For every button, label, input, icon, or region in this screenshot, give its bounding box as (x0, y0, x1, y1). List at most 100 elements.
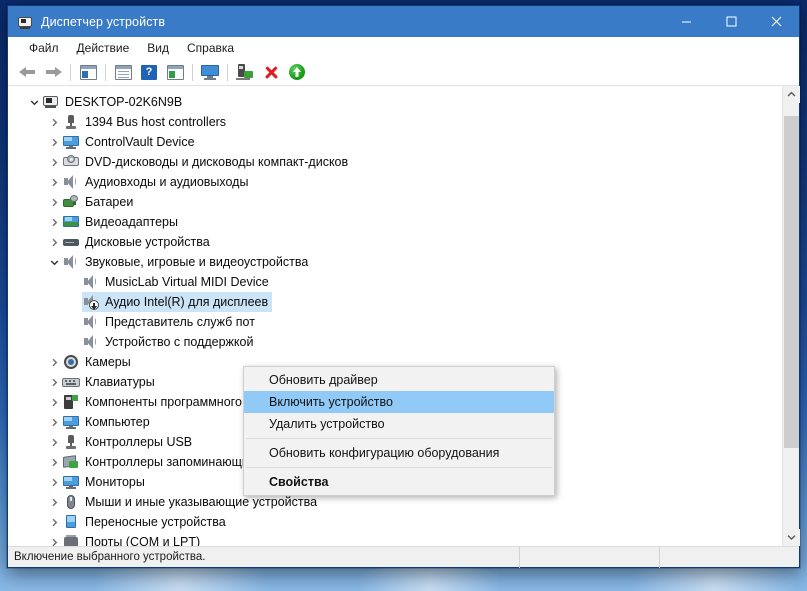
speaker-icon (62, 254, 80, 270)
status-bar: Включение выбранного устройства. (8, 546, 799, 568)
device-tree-item[interactable]: Устройство с поддержкой (8, 332, 782, 352)
help-button[interactable]: ? (136, 60, 162, 84)
menu-view[interactable]: Вид (138, 38, 178, 58)
chevron-right-icon[interactable] (46, 392, 62, 412)
uninstall-device-button[interactable] (258, 60, 284, 84)
monitor-icon (62, 474, 80, 490)
chevron-right-icon[interactable] (46, 452, 62, 472)
usb-icon (62, 114, 80, 130)
device-manager-window: Диспетчер устройств Файл Действие Вид Сп… (7, 5, 800, 568)
device-tree-item[interactable]: MusicLab Virtual MIDI Device (8, 272, 782, 292)
device-tree-item[interactable]: Дисковые устройства (8, 232, 782, 252)
vertical-scrollbar[interactable] (782, 86, 800, 546)
chevron-right-icon[interactable] (46, 132, 62, 152)
menu-file[interactable]: Файл (20, 38, 68, 58)
scrollbar-thumb[interactable] (784, 115, 799, 449)
port-icon (62, 534, 80, 546)
device-tree-item[interactable]: Представитель служб пот (8, 312, 782, 332)
chevron-right-icon[interactable] (46, 472, 62, 492)
device-tree-item-label: Устройство с поддержкой (105, 335, 254, 349)
chevron-right-icon[interactable] (46, 512, 62, 532)
chevron-right-icon[interactable] (46, 492, 62, 512)
device-tree-item[interactable]: 1394 Bus host controllers (8, 112, 782, 132)
chevron-down-icon[interactable] (46, 252, 62, 272)
usb-icon (62, 434, 80, 450)
content-area: DESKTOP-02K6N9B 1394 Bus host controllers… (8, 86, 800, 546)
device-tree-item[interactable]: DESKTOP-02K6N9B (8, 92, 782, 112)
chevron-right-icon[interactable] (46, 112, 62, 132)
device-tree-item-label: Батареи (85, 195, 134, 209)
enable-device-button[interactable] (284, 60, 310, 84)
device-tree-item[interactable]: Переносные устройства (8, 512, 782, 532)
chevron-right-icon[interactable] (46, 172, 62, 192)
menu-action[interactable]: Действие (68, 38, 139, 58)
chevron-right-icon[interactable] (46, 432, 62, 452)
title-bar: Диспетчер устройств (8, 6, 799, 37)
chevron-right-icon[interactable] (46, 412, 62, 432)
menu-bar: Файл Действие Вид Справка (8, 37, 799, 59)
desktop-cloud (330, 566, 530, 591)
context-menu-item-label: Обновить драйвер (269, 373, 378, 387)
device-tree-item[interactable]: DVD-дисководы и дисководы компакт-дисков (8, 152, 782, 172)
device-tree-item[interactable]: ControlVault Device (8, 132, 782, 152)
scan-for-hardware-changes-icon (201, 64, 219, 80)
chevron-right-icon[interactable] (46, 532, 62, 546)
device-tree-item[interactable]: Порты (COM и LPT) (8, 532, 782, 546)
close-button[interactable] (754, 6, 799, 37)
portable-device-icon (62, 514, 80, 530)
device-tree-item-label: 1394 Bus host controllers (85, 115, 227, 129)
device-tree-item-label: Порты (COM и LPT) (85, 535, 201, 546)
ctx-uninstall-device[interactable]: Удалить устройство (244, 413, 554, 435)
forward-button[interactable] (40, 60, 66, 84)
speaker-icon (82, 274, 100, 290)
speaker-disabled-icon (82, 294, 100, 310)
device-tree-item[interactable]: Видеоадаптеры (8, 212, 782, 232)
chevron-right-icon[interactable] (46, 232, 62, 252)
device-tree-item[interactable]: Аудиовходы и аудиовыходы (8, 172, 782, 192)
scroll-up-button[interactable] (783, 86, 800, 103)
monitor-icon (62, 134, 80, 150)
device-tree-item-label: Дисковые устройства (85, 235, 210, 249)
chevron-right-icon[interactable] (46, 212, 62, 232)
ctx-scan-hardware-changes[interactable]: Обновить конфигурацию оборудования (244, 442, 554, 464)
device-tree-item-label: Переносные устройства (85, 515, 226, 529)
device-tree-item-label: Клавиатуры (85, 375, 155, 389)
ctx-update-driver[interactable]: Обновить драйвер (244, 369, 554, 391)
chevron-right-icon[interactable] (46, 372, 62, 392)
keyboard-icon (62, 374, 80, 390)
enable-device-icon (289, 64, 305, 80)
mouse-icon (62, 494, 80, 510)
status-message: Включение выбранного устройства. (14, 551, 206, 563)
chevron-down-icon[interactable] (26, 92, 42, 112)
toolbar-separator (70, 63, 71, 81)
menu-help[interactable]: Справка (178, 38, 243, 58)
software-component-icon (62, 394, 80, 410)
minimize-button[interactable] (664, 6, 709, 37)
device-tree-item[interactable]: Батареи (8, 192, 782, 212)
update-device-driver-button[interactable] (232, 60, 258, 84)
chevron-right-icon[interactable] (46, 352, 62, 372)
battery-icon (62, 194, 80, 210)
chevron-right-icon[interactable] (46, 192, 62, 212)
chevron-right-icon[interactable] (46, 152, 62, 172)
scroll-down-button[interactable] (783, 529, 800, 546)
device-tree-item[interactable]: Звуковые, игровые и видеоустройства (8, 252, 782, 272)
device-tree-item-label: DESKTOP-02K6N9B (65, 95, 183, 109)
properties-button[interactable] (110, 60, 136, 84)
device-tree-item-label: Аудиовходы и аудиовыходы (85, 175, 249, 189)
context-menu[interactable]: Обновить драйвер Включить устройство Удали… (243, 366, 555, 496)
toolbar-separator (227, 63, 228, 81)
storage-controller-icon (62, 454, 80, 470)
device-tree-item-label: Мыши и иные указывающие устройства (85, 495, 318, 509)
device-tree-item-selected[interactable]: Аудио Intel(R) для дисплеев (8, 292, 782, 312)
update-driver-button[interactable] (162, 60, 188, 84)
computer-icon (42, 94, 60, 110)
scan-for-hardware-changes-button[interactable] (197, 60, 223, 84)
show-hide-console-tree-button[interactable] (75, 60, 101, 84)
ctx-enable-device[interactable]: Включить устройство (244, 391, 554, 413)
ctx-properties[interactable]: Свойства (244, 471, 554, 493)
maximize-button[interactable] (709, 6, 754, 37)
back-button[interactable] (14, 60, 40, 84)
